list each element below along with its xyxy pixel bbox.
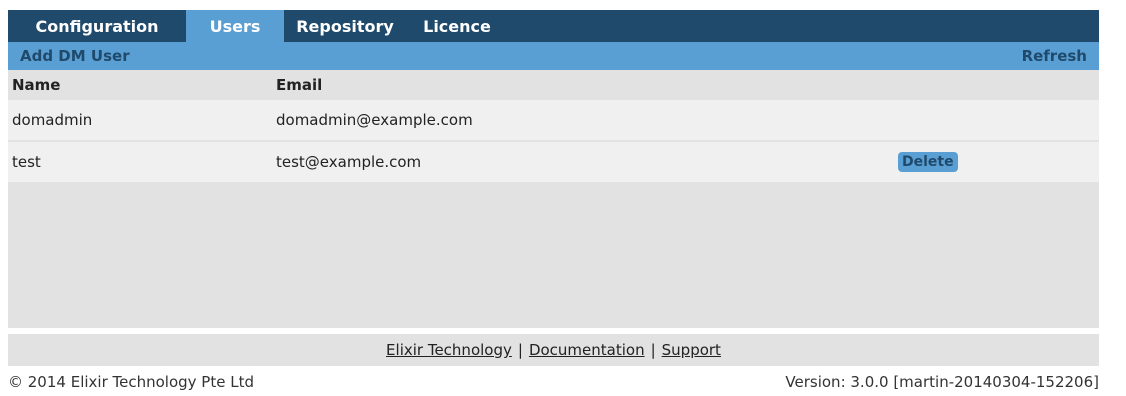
tab-licence[interactable]: Licence: [406, 10, 508, 42]
footer-separator: |: [517, 341, 523, 359]
tab-bar: Configuration Users Repository Licence: [8, 10, 1099, 42]
user-name-cell: domadmin: [12, 111, 93, 129]
tab-configuration[interactable]: Configuration: [8, 10, 186, 42]
user-name-cell: test: [12, 153, 41, 171]
table-row: domadmin domadmin@example.com: [8, 100, 1099, 142]
row-action-cell: Delete: [898, 152, 1098, 172]
column-header-name: Name: [12, 76, 61, 94]
user-email-cell: domadmin@example.com: [276, 111, 473, 129]
footer-separator: |: [650, 341, 656, 359]
column-header-email: Email: [276, 76, 323, 94]
user-email-cell: test@example.com: [276, 153, 422, 171]
table-row: test test@example.com Delete: [8, 142, 1099, 184]
refresh-link[interactable]: Refresh: [1022, 47, 1087, 65]
action-bar: Add DM User Refresh: [8, 42, 1099, 70]
documentation-link[interactable]: Documentation: [529, 341, 645, 359]
delete-button[interactable]: Delete: [898, 152, 958, 172]
copyright-text: © 2014 Elixir Technology Pte Ltd: [8, 373, 254, 391]
tab-users[interactable]: Users: [186, 10, 284, 42]
bottom-bar: © 2014 Elixir Technology Pte Ltd Version…: [8, 372, 1099, 392]
add-dm-user-link[interactable]: Add DM User: [20, 47, 130, 65]
table-header: Name Email: [8, 70, 1099, 100]
tab-repository[interactable]: Repository: [284, 10, 406, 42]
elixir-technology-link[interactable]: Elixir Technology: [386, 341, 512, 359]
support-link[interactable]: Support: [662, 341, 721, 359]
main-panel: Configuration Users Repository Licence A…: [8, 10, 1099, 328]
version-text: Version: 3.0.0 [martin-20140304-152206]: [785, 373, 1099, 391]
footer-links-bar: Elixir Technology | Documentation | Supp…: [8, 334, 1099, 366]
